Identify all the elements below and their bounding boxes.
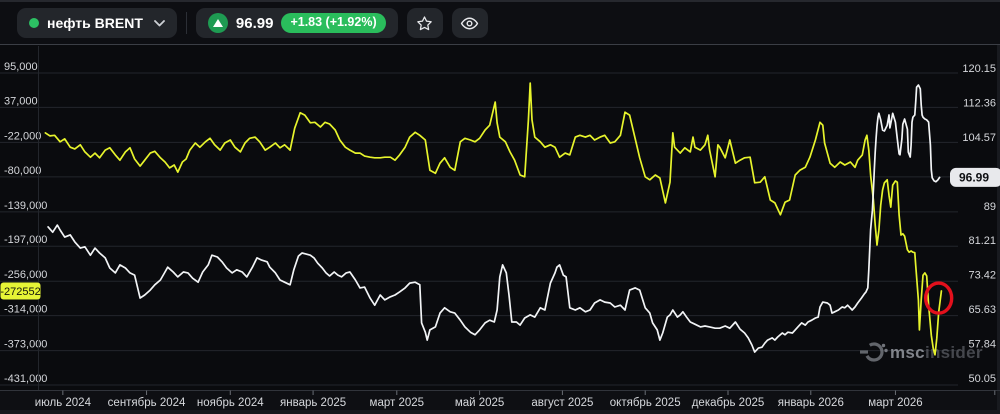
- left-axis-label: -431,000: [4, 373, 47, 385]
- left-axis-label: -22,000: [4, 130, 41, 142]
- last-price: 96.99: [236, 15, 274, 32]
- instrument-name: нефть BRENT: [47, 15, 143, 31]
- favorite-button[interactable]: [407, 8, 443, 38]
- x-axis-label: март 2026: [868, 397, 923, 409]
- instrument-selector[interactable]: нефть BRENT: [17, 8, 177, 38]
- right-current-price-text: 96.99: [959, 170, 989, 184]
- watermark-logo-dot: [882, 344, 885, 347]
- right-axis-label: 112.36: [963, 97, 996, 109]
- net-position-indicator-series-line: [45, 83, 941, 355]
- toolbar: нефть BRENT 96.99 +1.83 (+1.92%): [0, 0, 1000, 45]
- left-axis-label: -256,000: [4, 269, 47, 281]
- left-current-value-text: -272552: [0, 286, 40, 298]
- left-axis-label: -80,000: [4, 165, 41, 177]
- brent-price-series-line: [48, 85, 940, 352]
- bottom-edge: [0, 410, 1000, 414]
- chart-svg[interactable]: 95,000 37,000 -22,000 -80,000 -139,000 -197,0…: [0, 0, 1000, 414]
- eye-icon: [460, 16, 479, 31]
- x-axis-label: декабрь 2025: [692, 397, 765, 409]
- left-axis-label: -373,000: [4, 339, 47, 351]
- right-axis-label: 65.63: [968, 304, 996, 316]
- right-axis-label: 104.57: [962, 132, 996, 144]
- x-axis-label: январь 2026: [778, 397, 844, 409]
- left-axis-label: 37,000: [4, 95, 38, 107]
- x-axis-label: май 2025: [455, 397, 505, 409]
- chevron-down-icon: [154, 20, 165, 27]
- x-axis-label: март 2025: [370, 397, 425, 409]
- left-axis-label: -314,000: [4, 304, 47, 316]
- x-axis-label: сентябрь 2024: [108, 397, 186, 409]
- left-axis-label: -139,000: [4, 200, 47, 212]
- x-axis-label: октябрь 2025: [610, 397, 681, 409]
- watermark-logo-icon: [866, 344, 882, 360]
- left-axis-label: 95,000: [4, 61, 38, 73]
- instrument-status-dot: [29, 18, 39, 28]
- right-axis-label: 89: [984, 201, 996, 213]
- star-icon: [416, 15, 433, 32]
- x-axis-label: июль 2024: [35, 397, 92, 409]
- right-axis-label: 50.05: [968, 373, 996, 385]
- right-axis-label: 120.15: [962, 63, 996, 75]
- x-axis-label: январь 2025: [280, 397, 346, 409]
- change-badge: +1.83 (+1.92%): [281, 13, 385, 33]
- price-summary[interactable]: 96.99 +1.83 (+1.92%): [196, 8, 398, 38]
- watermark-logo-dot: [884, 349, 887, 352]
- watch-button[interactable]: [452, 8, 488, 38]
- left-axis-label: -197,000: [4, 234, 47, 246]
- trend-up-icon: [208, 13, 228, 33]
- x-axis-label: август 2025: [531, 397, 593, 409]
- right-axis-label: 81.21: [968, 235, 996, 247]
- trading-terminal: 95,000 37,000 -22,000 -80,000 -139,000 -197,0…: [0, 0, 1000, 414]
- right-axis-label: 73.42: [968, 270, 996, 282]
- toolbar-divider: [186, 12, 187, 34]
- x-axis-label: ноябрь 2024: [197, 397, 264, 409]
